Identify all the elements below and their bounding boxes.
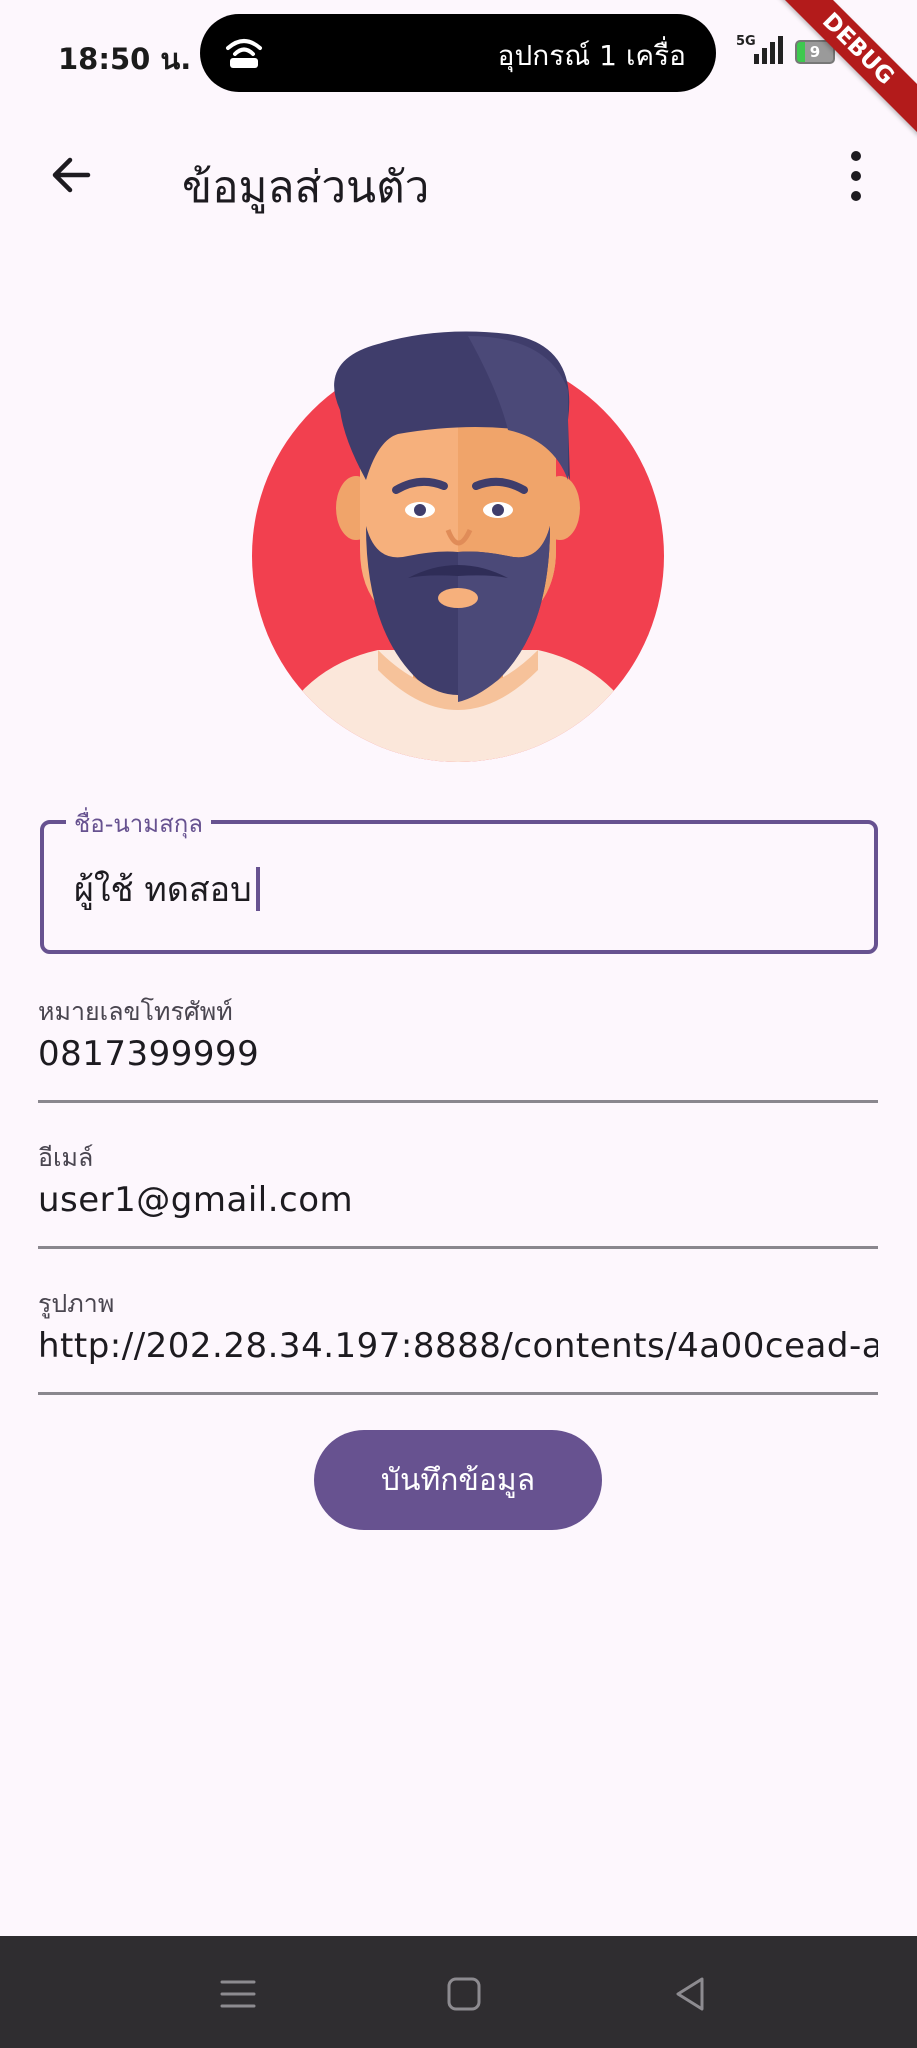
name-input[interactable]: ผู้ใช้ ทดสอบ <box>74 862 260 916</box>
name-field-label: ชื่อ-นามสกุล <box>66 804 211 843</box>
avatar <box>252 331 664 762</box>
phone-field[interactable]: หมายเลขโทรศัพท์ 0817399999 <box>38 988 878 1103</box>
arrow-back-icon[interactable] <box>46 150 96 200</box>
text-cursor <box>255 867 260 911</box>
page-title: ข้อมูลส่วนตัว <box>182 162 430 213</box>
more-vert-icon[interactable] <box>840 148 872 204</box>
debug-banner: DEBUG <box>771 0 917 136</box>
hotspot-pill[interactable]: อุปกรณ์ 1 เครื่อ <box>200 14 716 92</box>
hotspot-icon <box>226 39 262 68</box>
image-url-field-label: รูปภาพ <box>38 1289 115 1318</box>
name-input-value: ผู้ใช้ ทดสอบ <box>74 870 252 910</box>
name-field[interactable]: ชื่อ-นามสกุล ผู้ใช้ ทดสอบ <box>40 804 878 954</box>
status-time: 18:50 น. <box>58 42 192 76</box>
back-triangle-icon[interactable] <box>670 1974 710 2014</box>
menu-icon[interactable] <box>218 1974 258 2014</box>
system-nav-bar <box>0 1936 917 2048</box>
app-bar: ข้อมูลส่วนตัว <box>0 118 917 238</box>
phone-input[interactable]: 0817399999 <box>38 1034 878 1074</box>
save-button[interactable]: บันทึกข้อมูล <box>314 1430 602 1530</box>
email-input[interactable]: user1@gmail.com <box>38 1180 878 1220</box>
image-url-field[interactable]: รูปภาพ http://202.28.34.197:8888/content… <box>38 1280 878 1395</box>
battery-level: 9 <box>809 43 821 61</box>
phone-field-label: หมายเลขโทรศัพท์ <box>38 997 233 1026</box>
status-bar: 18:50 น. อุปกรณ์ 1 เครื่อ 5G 9 DEBUG <box>0 0 917 136</box>
image-url-input[interactable]: http://202.28.34.197:8888/contents/4a00c… <box>38 1326 878 1366</box>
email-field[interactable]: อีเมล์ user1@gmail.com <box>38 1134 878 1249</box>
home-icon[interactable] <box>444 1974 484 2014</box>
hotspot-text: อุปกรณ์ 1 เครื่อ <box>497 39 686 72</box>
signal-icon <box>754 36 783 64</box>
email-field-label: อีเมล์ <box>38 1143 94 1172</box>
